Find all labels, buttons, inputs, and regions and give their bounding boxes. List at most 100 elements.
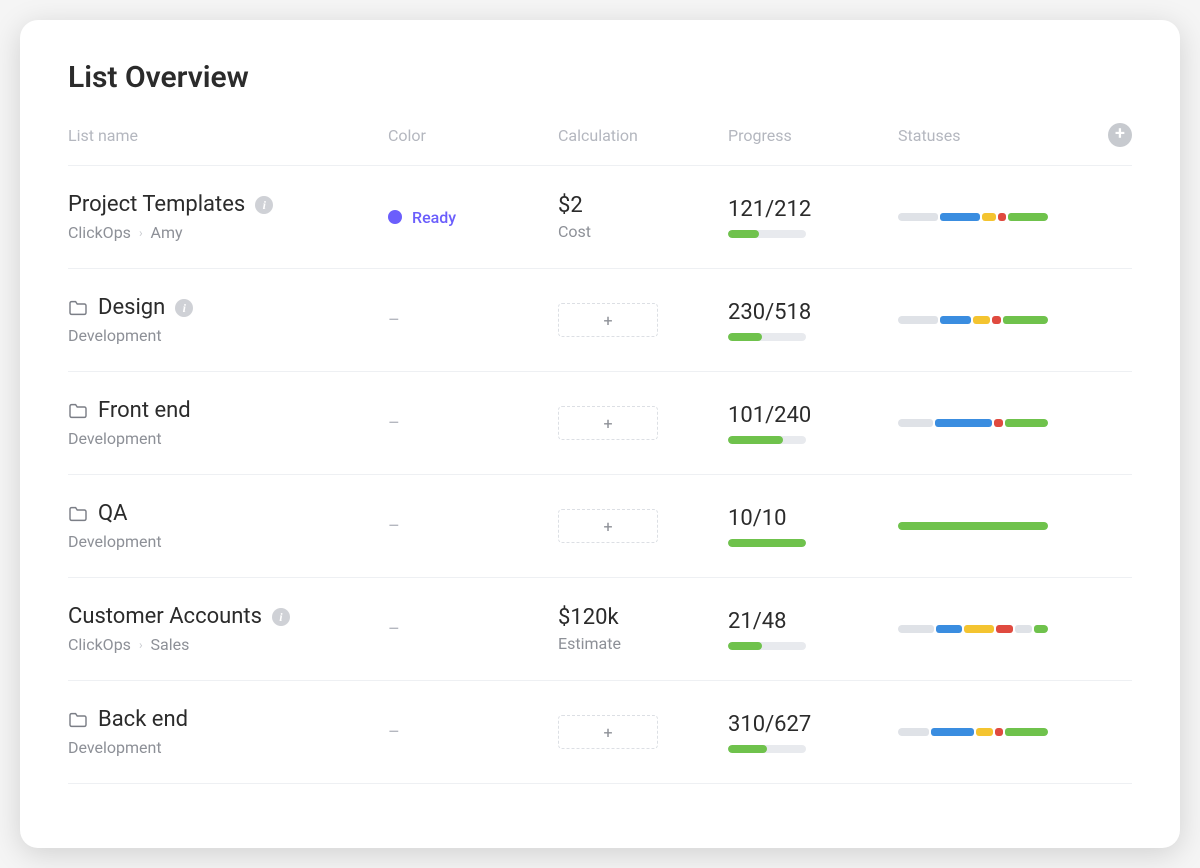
color-cell[interactable]: – [388,310,558,331]
progress-text: 101/240 [728,403,898,428]
status-segment [1008,213,1048,221]
progress-cell: 310/627 [728,712,898,753]
breadcrumb-item[interactable]: Development [68,429,162,448]
empty-value: – [388,516,400,537]
status-bar [898,522,1048,530]
table-row[interactable]: Front end Development – +101/240 [68,372,1132,475]
breadcrumb-item[interactable]: Development [68,532,162,551]
status-segment [931,728,974,736]
status-segment [940,316,971,324]
name-cell: Customer Accounts i ClickOps › Sales [68,604,388,654]
progress-bar [728,436,806,444]
statuses-cell[interactable] [898,625,1092,633]
breadcrumb-item[interactable]: ClickOps [68,635,131,654]
status-segment [940,213,980,221]
statuses-cell[interactable] [898,728,1092,736]
status-bar [898,213,1048,221]
list-name[interactable]: Front end [98,398,191,423]
list-name[interactable]: Design [98,295,165,320]
breadcrumb-item[interactable]: Amy [151,223,183,242]
calculation-label: Estimate [558,634,728,653]
status-segment [976,728,993,736]
add-calculation-button[interactable]: + [558,509,658,543]
list-name[interactable]: Back end [98,707,188,732]
add-calculation-button[interactable]: + [558,303,658,337]
empty-value: – [388,413,400,434]
progress-fill [728,539,806,547]
add-calculation-button[interactable]: + [558,406,658,440]
breadcrumb-item[interactable]: ClickOps [68,223,131,242]
status-segment [1034,625,1048,633]
info-icon[interactable]: i [255,196,273,214]
breadcrumb: Development [68,429,388,448]
color-dot [388,210,402,224]
color-cell[interactable]: – [388,619,558,640]
table-row[interactable]: Project Templates i ClickOps › Amy Ready $2 Cos… [68,166,1132,269]
status-segment [898,625,934,633]
progress-fill [728,436,783,444]
progress-cell: 21/48 [728,609,898,650]
calculation-value: $2 [558,193,728,218]
color-cell[interactable]: – [388,722,558,743]
list-name[interactable]: QA [98,501,128,526]
progress-cell: 230/518 [728,300,898,341]
list-name[interactable]: Project Templates [68,192,245,217]
breadcrumb-item[interactable]: Sales [151,635,190,654]
status-segment [898,213,938,221]
progress-fill [728,333,762,341]
calculation-cell: + [558,509,728,543]
color-cell[interactable]: – [388,516,558,537]
calculation-cell: $2 Cost [558,193,728,241]
add-calculation-button[interactable]: + [558,715,658,749]
table-row[interactable]: Customer AccountsiClickOps›Sales–$120kEs… [68,578,1132,681]
status-segment [935,419,993,427]
status-segment [995,728,1004,736]
folder-icon [68,403,88,419]
status-segment [1015,625,1032,633]
status-segment [998,213,1007,221]
calculation-label: Cost [558,222,728,241]
color-cell[interactable]: Ready [388,208,558,227]
list-name[interactable]: Customer Accounts [68,604,262,629]
chevron-right-icon: › [139,226,143,240]
col-header-calculation: Calculation [558,126,728,145]
name-cell: Designi Development [68,295,388,345]
color-cell[interactable]: – [388,413,558,434]
progress-bar [728,230,806,238]
status-segment [898,522,1048,530]
progress-cell: 10/10 [728,506,898,547]
table-row[interactable]: Back end Development – +310/627 [68,681,1132,784]
progress-fill [728,642,762,650]
breadcrumb: Development [68,326,388,345]
progress-cell: 121/212 [728,197,898,238]
breadcrumb-item[interactable]: Development [68,326,162,345]
status-segment [994,419,1003,427]
progress-text: 230/518 [728,300,898,325]
empty-value: – [388,722,400,743]
status-segment [898,419,933,427]
status-segment [964,625,995,633]
breadcrumb-item[interactable]: Development [68,738,162,757]
add-column-button[interactable]: + [1108,123,1132,147]
statuses-cell[interactable] [898,213,1092,221]
statuses-cell[interactable] [898,522,1092,530]
folder-icon [68,506,88,522]
info-icon[interactable]: i [272,608,290,626]
status-segment [992,316,1001,324]
statuses-cell[interactable] [898,316,1092,324]
progress-bar [728,745,806,753]
info-icon[interactable]: i [175,299,193,317]
folder-icon [68,712,88,728]
breadcrumb: ClickOps › Sales [68,635,388,654]
status-bar [898,419,1048,427]
table-row[interactable]: Designi Development –+230/518 [68,269,1132,372]
status-bar [898,316,1048,324]
page-title: List Overview [68,60,1132,95]
status-segment [1005,419,1048,427]
color-label: Ready [412,208,456,227]
statuses-cell[interactable] [898,419,1092,427]
table-row[interactable]: QA Development – +10/10 [68,475,1132,578]
status-segment [898,316,938,324]
chevron-right-icon: › [139,638,143,652]
progress-text: 310/627 [728,712,898,737]
